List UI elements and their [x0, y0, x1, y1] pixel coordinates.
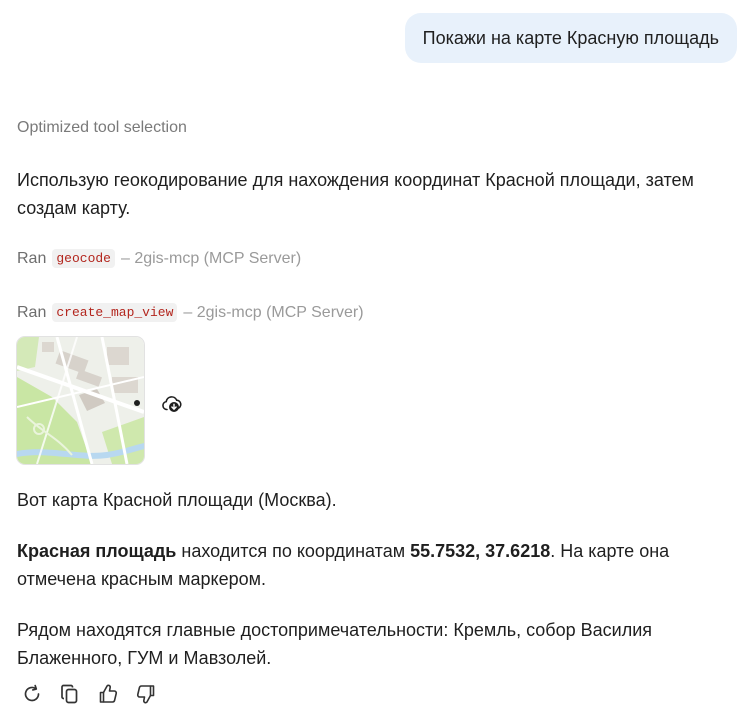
map-caption-text: Вот карта Красной площади (Москва). — [17, 490, 337, 510]
map-thumbnail[interactable] — [17, 337, 144, 464]
tool-call-create-map-view[interactable]: Ran create_map_view – 2gis-mcp (MCP Serv… — [17, 303, 364, 322]
retry-icon[interactable] — [20, 682, 44, 706]
tool-server-label: – 2gis-mcp (MCP Server) — [120, 249, 302, 267]
tool-call-ran-label: Ran — [17, 249, 47, 267]
tool-name-code: geocode — [52, 249, 115, 268]
coordinates-value: 55.7532, 37.6218 — [410, 541, 551, 561]
copy-icon[interactable] — [58, 682, 82, 706]
thumbs-up-icon[interactable] — [96, 682, 120, 706]
cloud-download-icon[interactable] — [160, 392, 184, 416]
map-image — [17, 337, 144, 464]
tool-selection-status: Optimized tool selection — [17, 119, 187, 136]
tool-call-geocode[interactable]: Ran geocode – 2gis-mcp (MCP Server) — [17, 249, 301, 268]
thumbs-down-icon[interactable] — [134, 682, 158, 706]
place-name: Красная площадь — [17, 541, 177, 561]
assistant-intro-text: Использую геокодирование для нахождения … — [17, 170, 694, 218]
user-message-text: Покажи на карте Красную площадь — [422, 28, 719, 48]
coordinates-paragraph: Красная площадь находится по координатам… — [17, 537, 717, 593]
tool-call-ran-label: Ran — [17, 303, 47, 321]
tool-name-code: create_map_view — [52, 303, 178, 322]
message-action-bar — [20, 682, 158, 706]
user-message-bubble: Покажи на карте Красную площадь — [404, 13, 737, 63]
coords-mid-text: находится по координатам — [176, 541, 411, 561]
nearby-paragraph: Рядом находятся главные достопримечатель… — [17, 620, 653, 668]
tool-server-label: – 2gis-mcp (MCP Server) — [183, 303, 364, 321]
